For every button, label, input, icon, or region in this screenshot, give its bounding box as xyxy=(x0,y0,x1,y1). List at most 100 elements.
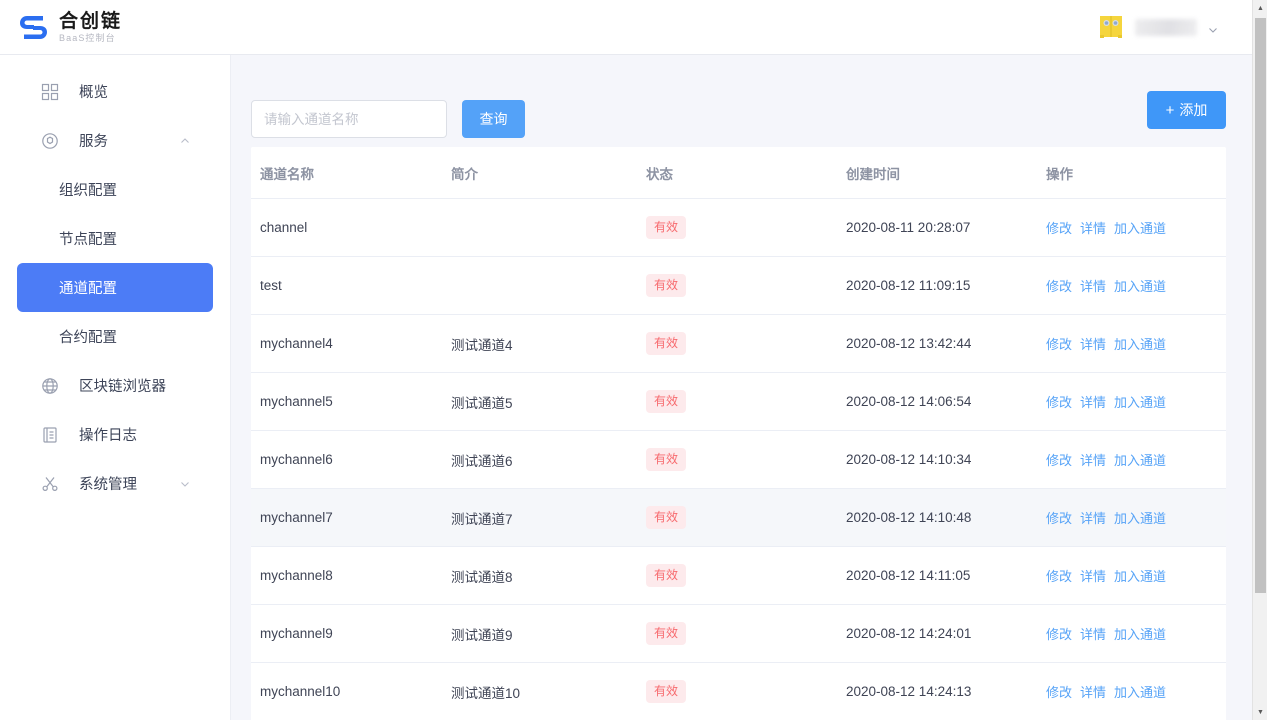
cell-status: 有效 xyxy=(646,604,846,663)
action-link-0[interactable]: 修改 xyxy=(1046,685,1072,700)
sidebar-item-2[interactable]: 组织配置 xyxy=(17,165,213,214)
action-link-1[interactable]: 详情 xyxy=(1080,511,1106,526)
status-badge: 有效 xyxy=(646,506,687,529)
user-name xyxy=(1135,18,1197,36)
cell-status: 有效 xyxy=(646,198,846,257)
sidebar-item-1[interactable]: 服务 xyxy=(17,116,213,165)
table-header-row: 通道名称 简介 状态 创建时间 操作 xyxy=(251,147,1226,199)
hcl-logo-icon xyxy=(17,11,50,44)
status-badge: 有效 xyxy=(646,448,687,471)
table-row[interactable]: mychannel5 测试通道5 有效 2020-08-12 14:06:54 修改 详情… xyxy=(251,372,1226,431)
cell-status: 有效 xyxy=(646,546,846,605)
action-link-1[interactable]: 详情 xyxy=(1080,395,1106,410)
chevron-down-icon[interactable] xyxy=(179,478,191,490)
query-button[interactable]: 查询 xyxy=(462,100,525,138)
chevron-down-icon[interactable] xyxy=(1207,23,1218,34)
cell-status: 有效 xyxy=(646,256,846,315)
table-row[interactable]: mychannel9 测试通道9 有效 2020-08-12 14:24:01 修改 详情… xyxy=(251,604,1226,663)
action-link-0[interactable]: 修改 xyxy=(1046,627,1072,642)
channel-table: 通道名称 简介 状态 创建时间 操作 channel 有效 2020-08-11 2… xyxy=(251,147,1226,720)
scrollbar-thumb[interactable] xyxy=(1255,18,1266,593)
sidebar-item-8[interactable]: 系统管理 xyxy=(17,459,213,508)
page-scrollbar[interactable]: ▲ ▼ xyxy=(1252,0,1267,720)
cell-operations: 修改 详情 加入通道 xyxy=(1046,372,1226,431)
chevron-up-icon[interactable] xyxy=(179,135,191,147)
status-badge: 有效 xyxy=(646,622,687,645)
sidebar-item-label: 操作日志 xyxy=(79,428,137,444)
action-link-1[interactable]: 详情 xyxy=(1080,279,1106,294)
action-link-2[interactable]: 加入通道 xyxy=(1114,395,1166,410)
cell-create-time: 2020-08-11 20:28:07 xyxy=(846,198,1046,257)
action-link-2[interactable]: 加入通道 xyxy=(1114,337,1166,352)
sidebar-item-6[interactable]: 区块链浏览器 xyxy=(17,361,213,410)
table-row[interactable]: mychannel6 测试通道6 有效 2020-08-12 14:10:34 修改 详情… xyxy=(251,430,1226,489)
table-row[interactable]: mychannel7 测试通道7 有效 2020-08-12 14:10:48 修改 详情… xyxy=(251,488,1226,547)
cell-description xyxy=(451,198,646,257)
table-row[interactable]: mychannel10 测试通道10 有效 2020-08-12 14:24:13 修改… xyxy=(251,662,1226,720)
table-body: channel 有效 2020-08-11 20:28:07 修改 详情 加入通道 test… xyxy=(251,198,1226,720)
cell-create-time: 2020-08-12 14:24:01 xyxy=(846,604,1046,663)
cell-operations: 修改 详情 加入通道 xyxy=(1046,546,1226,605)
table-row[interactable]: test 有效 2020-08-12 11:09:15 修改 详情 加入通道 xyxy=(251,256,1226,315)
table-row[interactable]: mychannel4 测试通道4 有效 2020-08-12 13:42:44 修改 详情… xyxy=(251,314,1226,373)
cell-operations: 修改 详情 加入通道 xyxy=(1046,604,1226,663)
action-link-2[interactable]: 加入通道 xyxy=(1114,627,1166,642)
action-link-2[interactable]: 加入通道 xyxy=(1114,221,1166,236)
cell-channel-name: mychannel8 xyxy=(251,546,451,605)
action-link-0[interactable]: 修改 xyxy=(1046,279,1072,294)
grid-icon xyxy=(41,83,59,101)
action-link-2[interactable]: 加入通道 xyxy=(1114,511,1166,526)
sidebar-item-0[interactable]: 概览 xyxy=(17,67,213,116)
cell-description: 测试通道4 xyxy=(451,314,646,373)
sidebar-item-label: 组织配置 xyxy=(59,183,117,199)
service-icon xyxy=(41,132,59,150)
sidebar-item-3[interactable]: 节点配置 xyxy=(17,214,213,263)
scroll-up-arrow-icon[interactable]: ▲ xyxy=(1253,0,1267,16)
user-avatar-icon[interactable] xyxy=(1097,13,1125,41)
action-link-2[interactable]: 加入通道 xyxy=(1114,279,1166,294)
add-button[interactable]: + 添加 xyxy=(1147,91,1226,129)
table-row[interactable]: mychannel8 测试通道8 有效 2020-08-12 14:11:05 修改 详情… xyxy=(251,546,1226,605)
action-link-1[interactable]: 详情 xyxy=(1080,627,1106,642)
action-link-0[interactable]: 修改 xyxy=(1046,395,1072,410)
sidebar-item-4[interactable]: 通道配置 xyxy=(17,263,213,312)
brand[interactable]: 合创链 BaaS控制台 xyxy=(17,11,122,44)
action-link-1[interactable]: 详情 xyxy=(1080,221,1106,236)
scroll-down-arrow-icon[interactable]: ▼ xyxy=(1253,704,1267,720)
top-header: 合创链 BaaS控制台 xyxy=(0,0,1252,55)
cell-status: 有效 xyxy=(646,488,846,547)
action-link-1[interactable]: 详情 xyxy=(1080,453,1106,468)
cell-status: 有效 xyxy=(646,314,846,373)
cell-channel-name: mychannel6 xyxy=(251,430,451,489)
action-link-2[interactable]: 加入通道 xyxy=(1114,569,1166,584)
cell-create-time: 2020-08-12 13:42:44 xyxy=(846,314,1046,373)
action-link-0[interactable]: 修改 xyxy=(1046,569,1072,584)
cell-description: 测试通道10 xyxy=(451,662,646,720)
cell-create-time: 2020-08-12 14:10:34 xyxy=(846,430,1046,489)
cell-channel-name: test xyxy=(251,256,451,315)
sidebar-item-5[interactable]: 合约配置 xyxy=(17,312,213,361)
cell-description xyxy=(451,256,646,315)
action-link-2[interactable]: 加入通道 xyxy=(1114,685,1166,700)
log-book-icon xyxy=(41,426,59,444)
cell-operations: 修改 详情 加入通道 xyxy=(1046,488,1226,547)
search-input[interactable] xyxy=(251,100,447,138)
add-button-label: 添加 xyxy=(1179,102,1208,118)
cell-channel-name: mychannel4 xyxy=(251,314,451,373)
action-link-2[interactable]: 加入通道 xyxy=(1114,453,1166,468)
action-link-0[interactable]: 修改 xyxy=(1046,511,1072,526)
action-link-0[interactable]: 修改 xyxy=(1046,221,1072,236)
user-menu[interactable] xyxy=(1097,13,1218,41)
cell-operations: 修改 详情 加入通道 xyxy=(1046,256,1226,315)
action-link-1[interactable]: 详情 xyxy=(1080,685,1106,700)
column-header-status: 状态 xyxy=(646,147,846,199)
status-badge: 有效 xyxy=(646,680,687,703)
main-content: 查询 + 添加 通道名称 简介 状态 创建时间 操作 xyxy=(231,55,1252,720)
sidebar-item-7[interactable]: 操作日志 xyxy=(17,410,213,459)
channel-table-card: 通道名称 简介 状态 创建时间 操作 channel 有效 2020-08-11 2… xyxy=(251,147,1226,720)
action-link-0[interactable]: 修改 xyxy=(1046,453,1072,468)
action-link-0[interactable]: 修改 xyxy=(1046,337,1072,352)
action-link-1[interactable]: 详情 xyxy=(1080,569,1106,584)
table-row[interactable]: channel 有效 2020-08-11 20:28:07 修改 详情 加入通道 xyxy=(251,198,1226,257)
action-link-1[interactable]: 详情 xyxy=(1080,337,1106,352)
